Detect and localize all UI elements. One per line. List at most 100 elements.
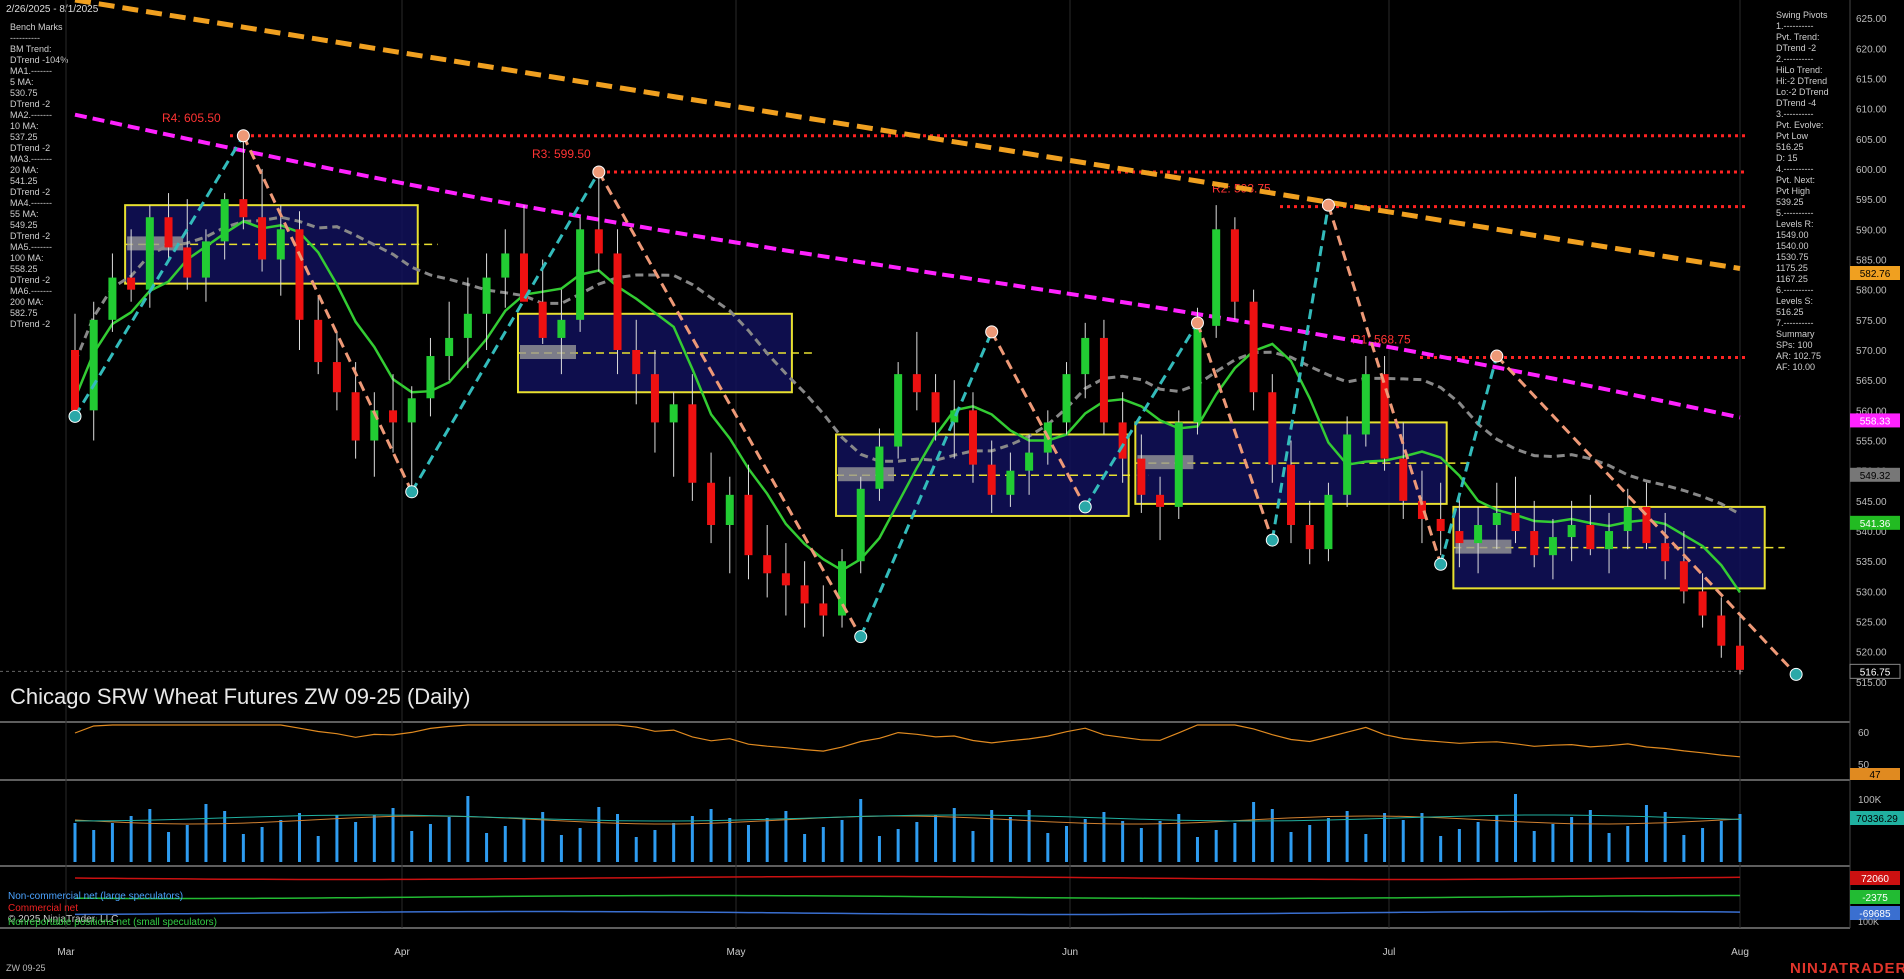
candle-body (1118, 422, 1127, 459)
volume-bar (1083, 819, 1087, 862)
volume-bar (1588, 810, 1592, 862)
volume-bar (672, 823, 676, 862)
volume-bar (1701, 828, 1705, 862)
candle-body (1698, 591, 1707, 616)
volume-bar (1607, 833, 1611, 862)
swing-point (1321, 198, 1335, 212)
candle-body (968, 410, 977, 465)
volume-bar (896, 829, 900, 862)
volume-bar (709, 809, 713, 862)
volume-bar (821, 827, 825, 862)
candle-body (1156, 494, 1165, 507)
y-tick-label: 600.00 (1856, 165, 1887, 176)
cot-value: 72060 (1861, 874, 1889, 885)
volume-bar (410, 831, 414, 862)
x-tick-label: Apr (394, 947, 410, 958)
price-tag-label: 541.36 (1860, 519, 1891, 530)
y-tick-label: 595.00 (1856, 195, 1887, 206)
volume-bar (990, 810, 994, 862)
candle-body (295, 229, 304, 320)
volume-bar (1308, 825, 1312, 862)
candle-body (1436, 518, 1445, 532)
candle-body (239, 199, 248, 218)
candle-body (856, 488, 865, 562)
volume-bar (466, 796, 470, 862)
candle-body (1455, 531, 1464, 544)
volume-bar (1270, 809, 1274, 862)
legend-nonreportable: Nonreportable positions net (small specu… (8, 917, 217, 928)
candle-body (894, 374, 903, 447)
y-tick-label: 590.00 (1856, 225, 1887, 236)
volume-bar (690, 816, 694, 862)
volume-bar (260, 827, 264, 862)
cot-series-line (75, 894, 1740, 900)
volume-bar (1551, 824, 1555, 862)
swing-point (1190, 316, 1204, 330)
volume-bar (1121, 821, 1125, 862)
volume-bar (204, 804, 208, 862)
range-label-bg (1137, 455, 1194, 470)
candle-body (1717, 615, 1726, 646)
volume-bar (934, 815, 938, 862)
candle-body (445, 337, 454, 357)
candle-body (707, 482, 716, 525)
osc-value: 47 (1869, 770, 1881, 781)
candle-body (1249, 301, 1258, 393)
volume-bar (148, 809, 152, 862)
swing-line (242, 135, 414, 493)
candle-body (482, 277, 491, 314)
volume-bar (1195, 837, 1199, 862)
volume-bar (167, 832, 171, 862)
volume-bar (597, 807, 601, 862)
cot-value: -2375 (1862, 893, 1888, 904)
volume-bar (110, 823, 114, 862)
volume-bar (1326, 818, 1330, 862)
candle-body (1305, 525, 1314, 550)
candle-body (1081, 337, 1090, 375)
candle-body (1623, 506, 1632, 532)
candle-body (1736, 645, 1744, 670)
candle-body (1006, 470, 1015, 495)
candle-body (1361, 374, 1370, 435)
candle-body (1474, 525, 1483, 544)
volume-bar (1364, 834, 1368, 862)
y-tick-label: 565.00 (1856, 376, 1887, 387)
volume-bar (1457, 829, 1461, 862)
y-tick-label: 525.00 (1856, 618, 1887, 629)
volume-bar (1476, 822, 1480, 862)
candle-body (781, 573, 790, 586)
volume-bar (765, 818, 769, 862)
volume-bar (803, 834, 807, 862)
y-tick-label: 570.00 (1856, 346, 1887, 357)
cot-series-line (74, 875, 1741, 881)
volume-bar (559, 835, 563, 862)
volume-bar (653, 830, 657, 862)
volume-bar (728, 818, 732, 862)
resistance-label: R4: 605.50 (162, 111, 221, 125)
y-tick-label: 610.00 (1856, 105, 1887, 116)
x-tick-label: May (727, 947, 746, 958)
candle-body (183, 247, 192, 278)
x-tick-label: Jun (1062, 947, 1078, 958)
candle-body (276, 229, 285, 260)
volume-bar (971, 831, 975, 862)
volume-bar (522, 819, 526, 862)
candle-body (1380, 374, 1389, 459)
price-chart[interactable]: Mar Apr May Jun Jul Aug 625.00 620.00 615.00 610.… (0, 0, 1904, 979)
price-tag-label: 558.33 (1860, 416, 1891, 427)
candle-body (1567, 525, 1576, 538)
volume-bar (1495, 815, 1499, 862)
x-tick-label: Jul (1383, 947, 1396, 958)
x-tick-label: Aug (1731, 947, 1749, 958)
candle-body (332, 362, 341, 393)
candle-body (725, 494, 734, 525)
volume-bar (1738, 814, 1742, 862)
swing-point (405, 485, 419, 499)
x-tick-label: Mar (57, 947, 75, 958)
candle-body (1174, 422, 1183, 507)
candle-body (201, 241, 210, 278)
legend-noncommercial: Non-commercial net (large speculators) (8, 891, 184, 902)
candle-body (501, 253, 510, 278)
candle-body (987, 464, 996, 495)
price-tag-label: 516.75 (1860, 667, 1891, 678)
